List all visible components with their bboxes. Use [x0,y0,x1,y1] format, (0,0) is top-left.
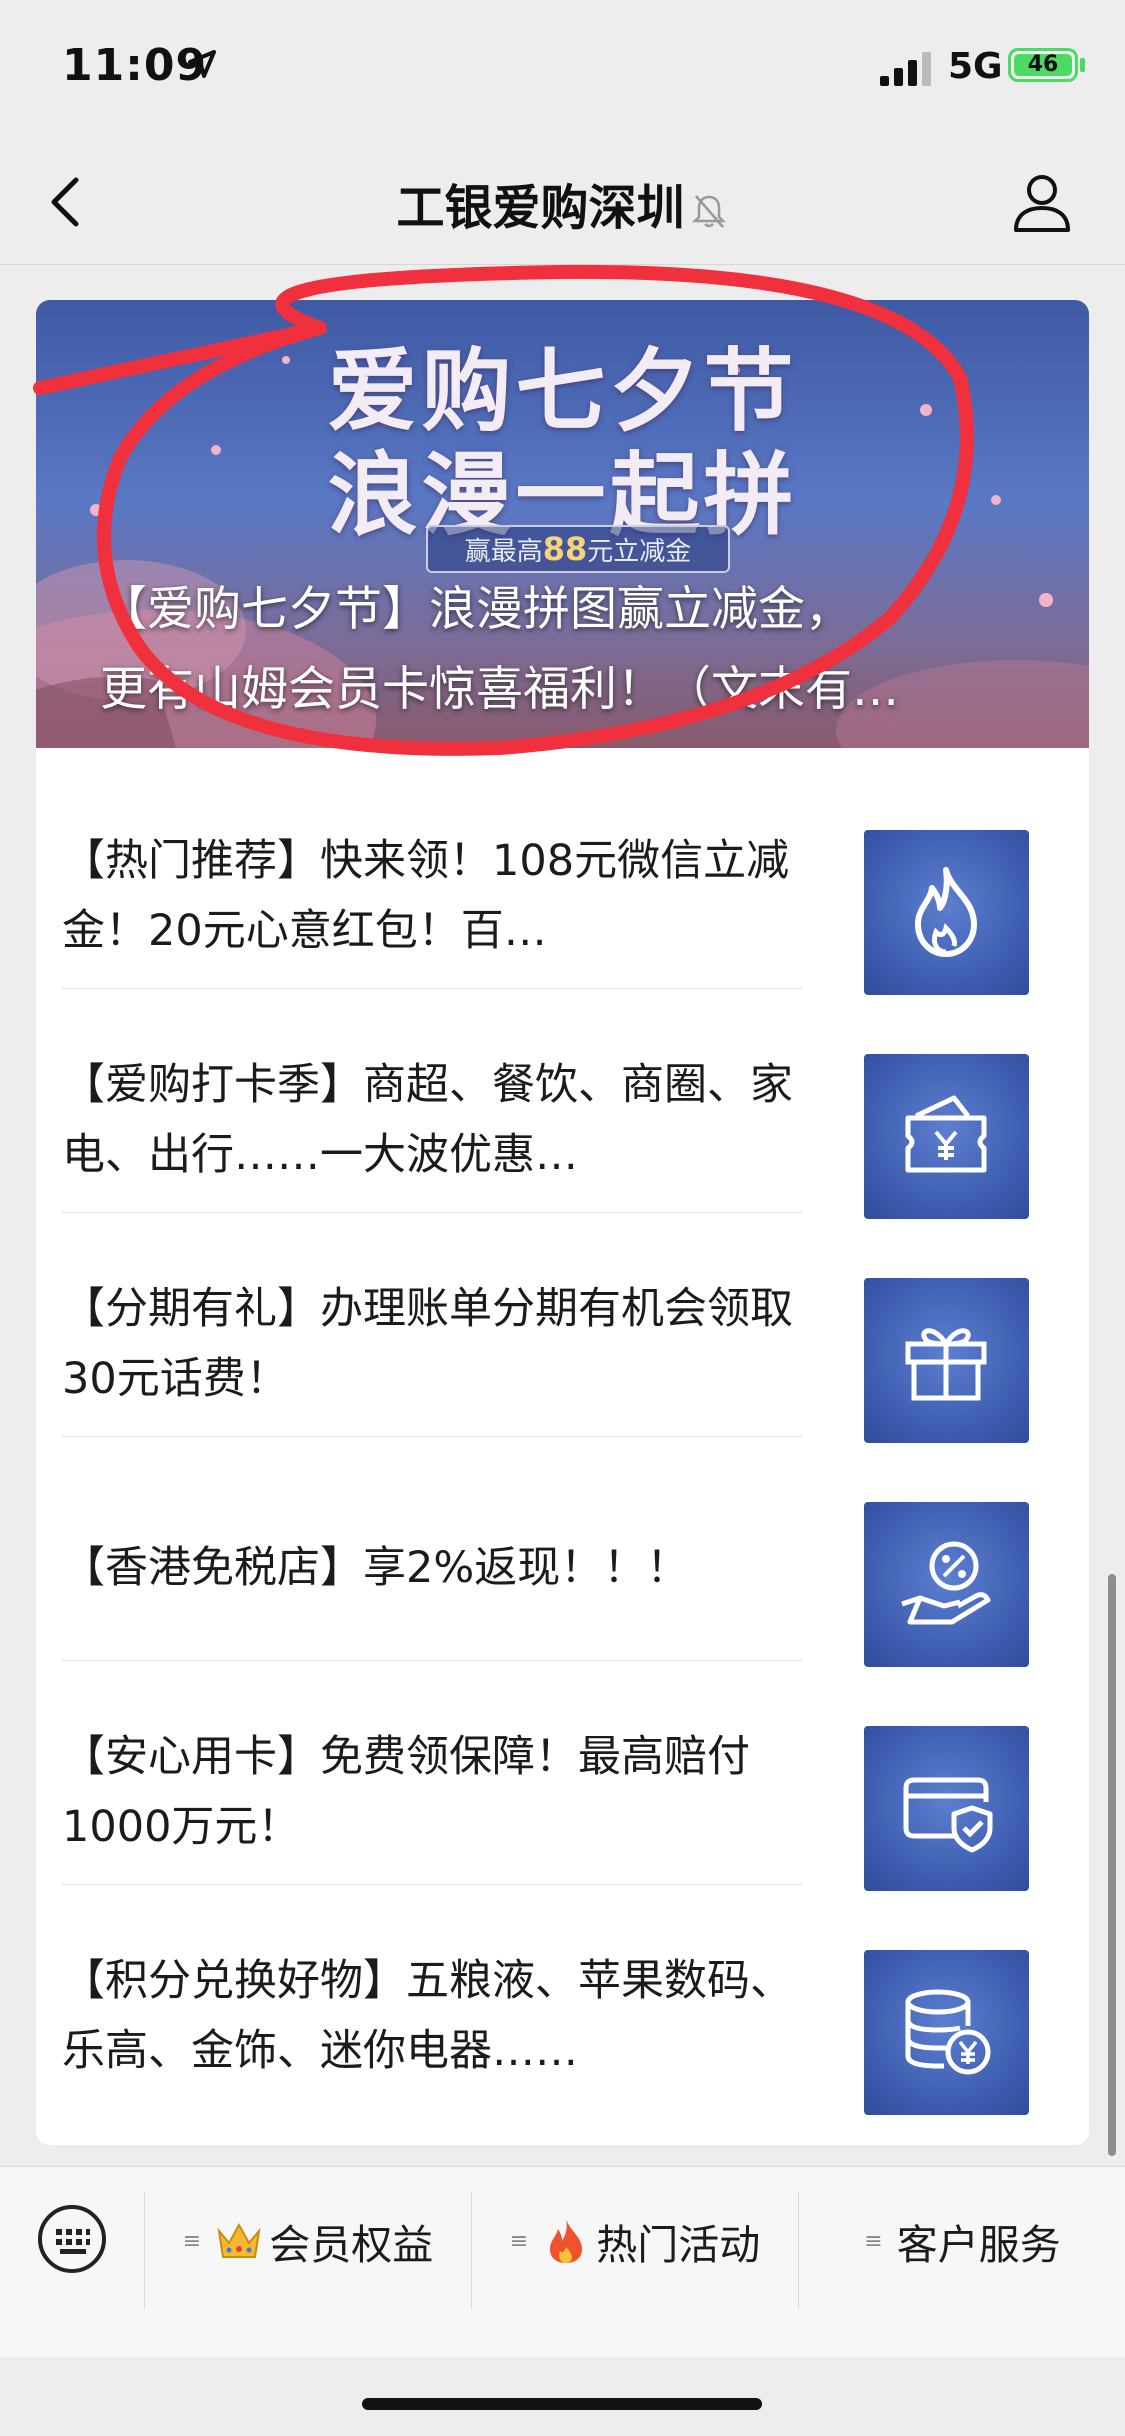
list-item-title: 【安心用卡】免费领保障！最高赔付1000万元！ [62,1732,750,1852]
list-item-title: 【热门推荐】快来领！108元微信立减金！20元心意红包！百… [62,836,790,956]
badge-suffix: 元立减金 [587,537,692,567]
card-shield-icon [903,1777,993,1853]
list-divider [62,1660,802,1661]
list-item-thumbnail [864,830,1029,995]
list-item-thumbnail [864,1054,1029,1219]
battery-level: 46 [1014,54,1072,76]
coin-stack-icon [905,1989,991,2075]
menu-lines-icon: ≡ [509,2228,529,2254]
mute-bell-icon [691,195,726,228]
menu-hot-activities[interactable]: ≡ 热门活动 [473,2201,797,2281]
list-item-title: 【爱购打卡季】商超、餐饮、商圈、家电、出行……一大波优惠… [62,1060,793,1180]
home-indicator[interactable] [362,2398,762,2410]
menu-lines-icon: ≡ [864,2228,883,2254]
battery-tip [1080,58,1085,72]
bottom-menu: ≡ 会员权益 ≡ 热门活动 ≡ 客户服务 [0,2166,1125,2357]
badge-prefix: 赢最高 [464,537,543,567]
menu-customer-service[interactable]: ≡ 客户服务 [800,2201,1125,2281]
list-divider [62,1212,802,1213]
menu-label: 客户服务 [896,2221,1061,2269]
battery-icon: 46 [1008,48,1078,82]
badge-amount: 88 [542,530,588,568]
menu-separator [471,2191,472,2309]
list-item-thumbnail [864,1950,1029,2115]
menu-label: 会员权益 [269,2221,434,2269]
list-item-title: 【香港免税店】享2%返现！！！ [62,1543,690,1593]
location-arrow-icon [188,50,216,78]
list-item[interactable]: 【热门推荐】快来领！108元微信立减金！20元心意红包！百… [62,784,1055,1008]
banner-caption: 【爱购七夕节】浪漫拼图赢立减金， 更有山姆会员卡惊喜福利！（文末有… [100,570,1050,730]
flame-icon [915,867,977,957]
banner-caption-line1: 【爱购七夕节】浪漫拼图赢立减金， [100,582,852,637]
status-bar: 11:09 5G 46 [0,0,1125,140]
profile-icon[interactable] [1010,170,1074,234]
list-item-title: 【积分兑换好物】五粮液、苹果数码、乐高、金饰、迷你电器…… [62,1956,793,2076]
page-title: 工银爱购深圳 [0,168,1125,238]
menu-separator [798,2191,799,2309]
list-divider [62,1436,802,1437]
banner-badge: 赢最高88元立减金 [426,525,730,573]
fire-emoji-icon [550,2219,583,2263]
keyboard-toggle-icon[interactable] [36,2203,108,2275]
featured-banner[interactable]: 爱购七夕节 浪漫一起拼 赢最高88元立减金 【爱购七夕节】浪漫拼图赢立减金， 更… [36,300,1089,748]
percent-hand-icon [901,1541,991,1625]
list-item[interactable]: 【分期有礼】办理账单分期有机会领取30元话费！ [62,1232,1055,1456]
network-type: 5G [948,46,1003,87]
gift-icon [905,1328,987,1401]
nav-bar: 工银爱购深圳 [0,140,1125,265]
list-item-thumbnail [864,1726,1029,1891]
list-divider [62,988,802,989]
list-item[interactable]: 【香港免税店】享2%返现！！！ [62,1456,1055,1680]
list-item[interactable]: 【安心用卡】免费领保障！最高赔付1000万元！ [62,1680,1055,1904]
list-item-title: 【分期有礼】办理账单分期有机会领取30元话费！ [62,1284,793,1404]
page-title-text: 工银爱购深圳 [396,180,685,236]
list-item[interactable]: 【爱购打卡季】商超、餐饮、商圈、家电、出行……一大波优惠… [62,1008,1055,1232]
cellular-signal-icon [880,52,931,86]
menu-lines-icon: ≡ [182,2228,202,2254]
menu-member-benefits[interactable]: ≡ 会员权益 [146,2201,470,2281]
list-divider [62,1884,802,1885]
wallet-yuan-icon [905,1095,987,1173]
scrollbar[interactable] [1108,1574,1116,2156]
crown-icon [217,2222,261,2258]
banner-caption-line2: 更有山姆会员卡惊喜福利！（文末有… [100,662,899,717]
list-item[interactable]: 【积分兑换好物】五粮液、苹果数码、乐高、金饰、迷你电器…… [62,1904,1055,2128]
menu-label: 热门活动 [596,2221,761,2269]
list-item-thumbnail [864,1278,1029,1443]
list-item-thumbnail [864,1502,1029,1667]
menu-separator [144,2191,145,2309]
